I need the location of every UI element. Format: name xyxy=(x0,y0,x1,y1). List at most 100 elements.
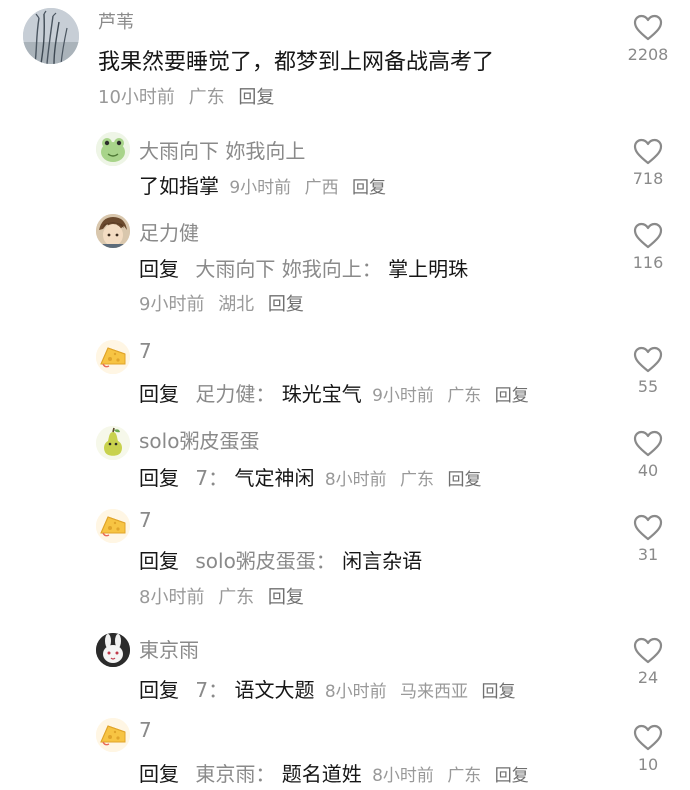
heart-outline-icon[interactable] xyxy=(608,222,688,249)
like-button[interactable]: 31 xyxy=(608,514,688,564)
username[interactable]: 大雨向下 妳我向上 xyxy=(139,135,305,164)
username[interactable]: solo粥皮蛋蛋 xyxy=(139,425,259,454)
reply-body: 回复 solo粥皮蛋蛋： 闲言杂语 xyxy=(139,545,422,574)
heart-outline-icon[interactable] xyxy=(608,724,688,751)
reply-comment: 7 回复 東京雨： 题名道姓 8小时前 广东 回复 10 xyxy=(0,716,690,790)
reply-button[interactable]: 回复 xyxy=(495,766,529,786)
like-button[interactable]: 55 xyxy=(608,346,688,396)
comment-text: 气定神闲 xyxy=(234,466,315,490)
reply-prefix: 回复 xyxy=(139,549,179,573)
reply-body: 回复 7： 语文大题 8小时前 马来西亚 回复 xyxy=(139,674,515,703)
reply-body: 了如指掌 9小时前 广西 回复 xyxy=(139,170,386,199)
reply-target-user[interactable]: 7： xyxy=(195,678,228,702)
comment-time: 9小时前 xyxy=(139,294,205,315)
like-count: 116 xyxy=(632,253,664,272)
avatar[interactable] xyxy=(96,633,130,667)
reply-prefix: 回复 xyxy=(139,382,179,406)
heart-outline-icon[interactable] xyxy=(608,637,688,664)
comment-location: 马来西亚 xyxy=(400,682,469,702)
comment-text: 语文大题 xyxy=(234,678,315,702)
comment-location: 广东 xyxy=(188,87,225,108)
like-count: 2208 xyxy=(627,45,669,64)
like-count: 55 xyxy=(637,377,659,396)
comment-text: 题名道姓 xyxy=(281,762,362,786)
heart-outline-icon[interactable] xyxy=(608,138,688,165)
reply-button[interactable]: 回复 xyxy=(268,587,304,608)
comment-meta: 8小时前 广东 回复 xyxy=(372,766,529,786)
reply-prefix: 回复 xyxy=(139,466,179,490)
comment-text: 闲言杂语 xyxy=(342,549,423,573)
reed-photo-avatar-icon xyxy=(23,8,79,64)
reply-button[interactable]: 回复 xyxy=(238,87,274,108)
cheese-avatar-icon xyxy=(96,718,130,752)
username[interactable]: 7 xyxy=(139,508,152,532)
like-count: 40 xyxy=(637,461,659,480)
heart-outline-icon[interactable] xyxy=(608,346,688,373)
heart-outline-icon[interactable] xyxy=(608,514,688,541)
reply-button[interactable]: 回复 xyxy=(481,682,515,702)
avatar[interactable] xyxy=(23,8,79,64)
reply-comment: 大雨向下 妳我向上 了如指掌 9小时前 广西 回复 718 xyxy=(0,128,690,208)
anime-boy-avatar-icon xyxy=(96,214,130,248)
reply-target-user[interactable]: 7： xyxy=(195,466,228,490)
reply-prefix: 回复 xyxy=(139,678,179,702)
like-button[interactable]: 718 xyxy=(608,138,688,188)
comment-meta: 8小时前 广东 回复 xyxy=(139,583,304,609)
avatar[interactable] xyxy=(96,132,130,166)
reply-body: 回复 7： 气定神闲 8小时前 广东 回复 xyxy=(139,462,481,491)
comment-text: 我果然要睡觉了，都梦到上网备战高考了 xyxy=(98,50,495,75)
reply-prefix: 回复 xyxy=(139,257,179,281)
avatar[interactable] xyxy=(96,426,130,460)
like-button[interactable]: 10 xyxy=(608,724,688,774)
reply-target-user[interactable]: solo粥皮蛋蛋： xyxy=(195,549,335,573)
comment-location: 广东 xyxy=(218,587,255,608)
cheese-avatar-icon xyxy=(96,509,130,543)
reply-target-user[interactable]: 大雨向下 妳我向上： xyxy=(195,257,381,281)
reply-button[interactable]: 回复 xyxy=(352,178,386,198)
reply-comment: 7 回复 solo粥皮蛋蛋： 闲言杂语 8小时前 广东 回复 31 xyxy=(0,505,690,625)
comment-location: 广东 xyxy=(447,386,482,406)
username[interactable]: 東京雨 xyxy=(139,634,199,663)
reply-comment: 7 回复 足力健： 珠光宝气 9小时前 广东 回复 55 xyxy=(0,336,690,416)
like-button[interactable]: 40 xyxy=(608,430,688,480)
reply-button[interactable]: 回复 xyxy=(268,294,304,315)
reply-target-user[interactable]: 東京雨： xyxy=(195,762,275,786)
comment-time: 10小时前 xyxy=(98,87,175,108)
comment-location: 广东 xyxy=(447,766,482,786)
reply-target-user[interactable]: 足力健： xyxy=(195,382,275,406)
comment-meta: 9小时前 广东 回复 xyxy=(372,386,529,406)
comment-time: 8小时前 xyxy=(139,587,205,608)
avatar[interactable] xyxy=(96,718,130,752)
reply-comment: solo粥皮蛋蛋 回复 7： 气定神闲 8小时前 广东 回复 40 xyxy=(0,422,690,502)
like-count: 31 xyxy=(637,545,659,564)
reply-button[interactable]: 回复 xyxy=(447,470,481,490)
like-count: 10 xyxy=(637,755,659,774)
like-button[interactable]: 116 xyxy=(608,222,688,272)
username[interactable]: 足力健 xyxy=(139,217,199,246)
heart-outline-icon[interactable] xyxy=(608,430,688,457)
like-button[interactable]: 2208 xyxy=(608,14,688,64)
comment-text: 掌上明珠 xyxy=(388,257,469,281)
comment-time: 8小时前 xyxy=(372,766,434,786)
reply-body: 回复 大雨向下 妳我向上： 掌上明珠 xyxy=(139,253,468,282)
comment-text: 珠光宝气 xyxy=(281,382,362,406)
root-comment: 芦苇 我果然要睡觉了，都梦到上网备战高考了 10小时前 广东 回复 2208 xyxy=(0,0,690,120)
reply-body: 回复 足力健： 珠光宝气 9小时前 广东 回复 xyxy=(139,378,529,407)
comment-time: 8小时前 xyxy=(324,470,387,490)
username[interactable]: 7 xyxy=(139,718,152,742)
avatar[interactable] xyxy=(96,509,130,543)
comment-meta: 9小时前 湖北 回复 xyxy=(139,290,304,316)
username[interactable]: 7 xyxy=(139,339,152,363)
comment-text: 了如指掌 xyxy=(139,174,219,198)
avatar[interactable] xyxy=(96,214,130,248)
reply-comment: 足力健 回复 大雨向下 妳我向上： 掌上明珠 9小时前 湖北 回复 116 xyxy=(0,210,690,330)
reply-button[interactable]: 回复 xyxy=(495,386,529,406)
comment-location: 湖北 xyxy=(218,294,255,315)
like-count: 718 xyxy=(632,169,664,188)
frog-avatar-icon xyxy=(96,132,130,166)
username[interactable]: 芦苇 xyxy=(98,8,134,34)
avatar[interactable] xyxy=(96,340,130,374)
like-button[interactable]: 24 xyxy=(608,637,688,687)
bunny-avatar-icon xyxy=(96,633,130,667)
heart-outline-icon[interactable] xyxy=(608,14,688,41)
